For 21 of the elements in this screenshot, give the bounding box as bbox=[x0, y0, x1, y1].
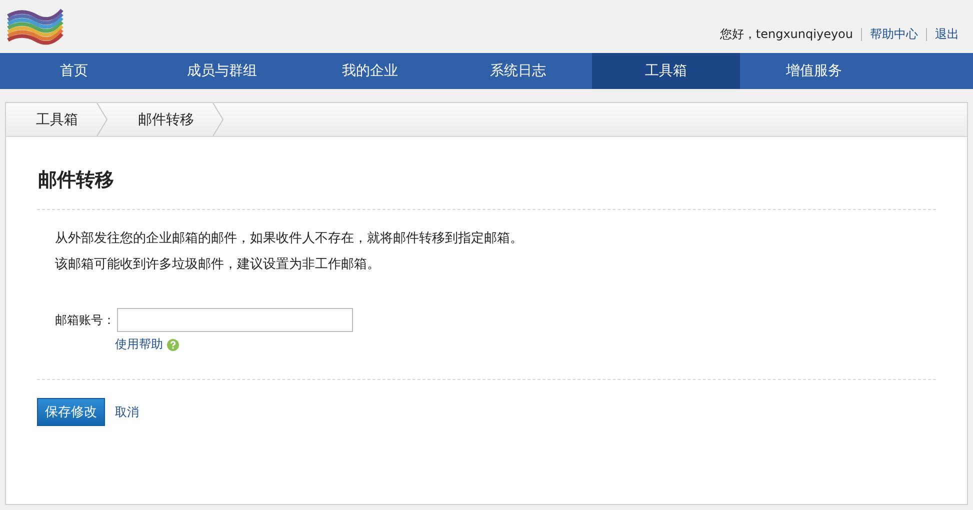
description-text: 从外部发往您的企业邮箱的邮件，如果收件人不存在，就将邮件转移到指定邮箱。 bbox=[55, 230, 524, 248]
help-link[interactable]: 使用帮助 bbox=[115, 336, 163, 353]
nav-tab[interactable]: 首页 bbox=[0, 53, 148, 89]
description-text: 该邮箱可能收到许多垃圾邮件，建议设置为非工作邮箱。 bbox=[55, 256, 381, 274]
save-button[interactable]: 保存修改 bbox=[37, 398, 105, 426]
header-link[interactable]: 帮助中心 bbox=[870, 26, 918, 43]
nav-tab[interactable]: 工具箱 bbox=[592, 53, 740, 89]
page-title: 邮件转移 bbox=[38, 168, 115, 193]
cancel-link[interactable]: 取消 bbox=[115, 404, 139, 420]
input-field[interactable] bbox=[117, 308, 353, 332]
header-link[interactable]: 退出 bbox=[935, 26, 959, 43]
greeting-text: 您好，tengxunqiyeyou bbox=[720, 26, 853, 43]
breadcrumb-item[interactable]: 邮件转移 bbox=[108, 103, 212, 136]
help-icon bbox=[167, 338, 179, 350]
breadcrumb-item[interactable]: 工具箱 bbox=[6, 103, 96, 136]
logo-icon bbox=[6, 6, 64, 46]
nav-tab[interactable]: 系统日志 bbox=[444, 53, 592, 89]
nav-tab[interactable]: 成员与群组 bbox=[148, 53, 296, 89]
field-label: 邮箱账号： bbox=[55, 312, 115, 328]
nav-tab[interactable]: 增值服务 bbox=[740, 53, 888, 89]
nav-tab[interactable]: 我的企业 bbox=[296, 53, 444, 89]
